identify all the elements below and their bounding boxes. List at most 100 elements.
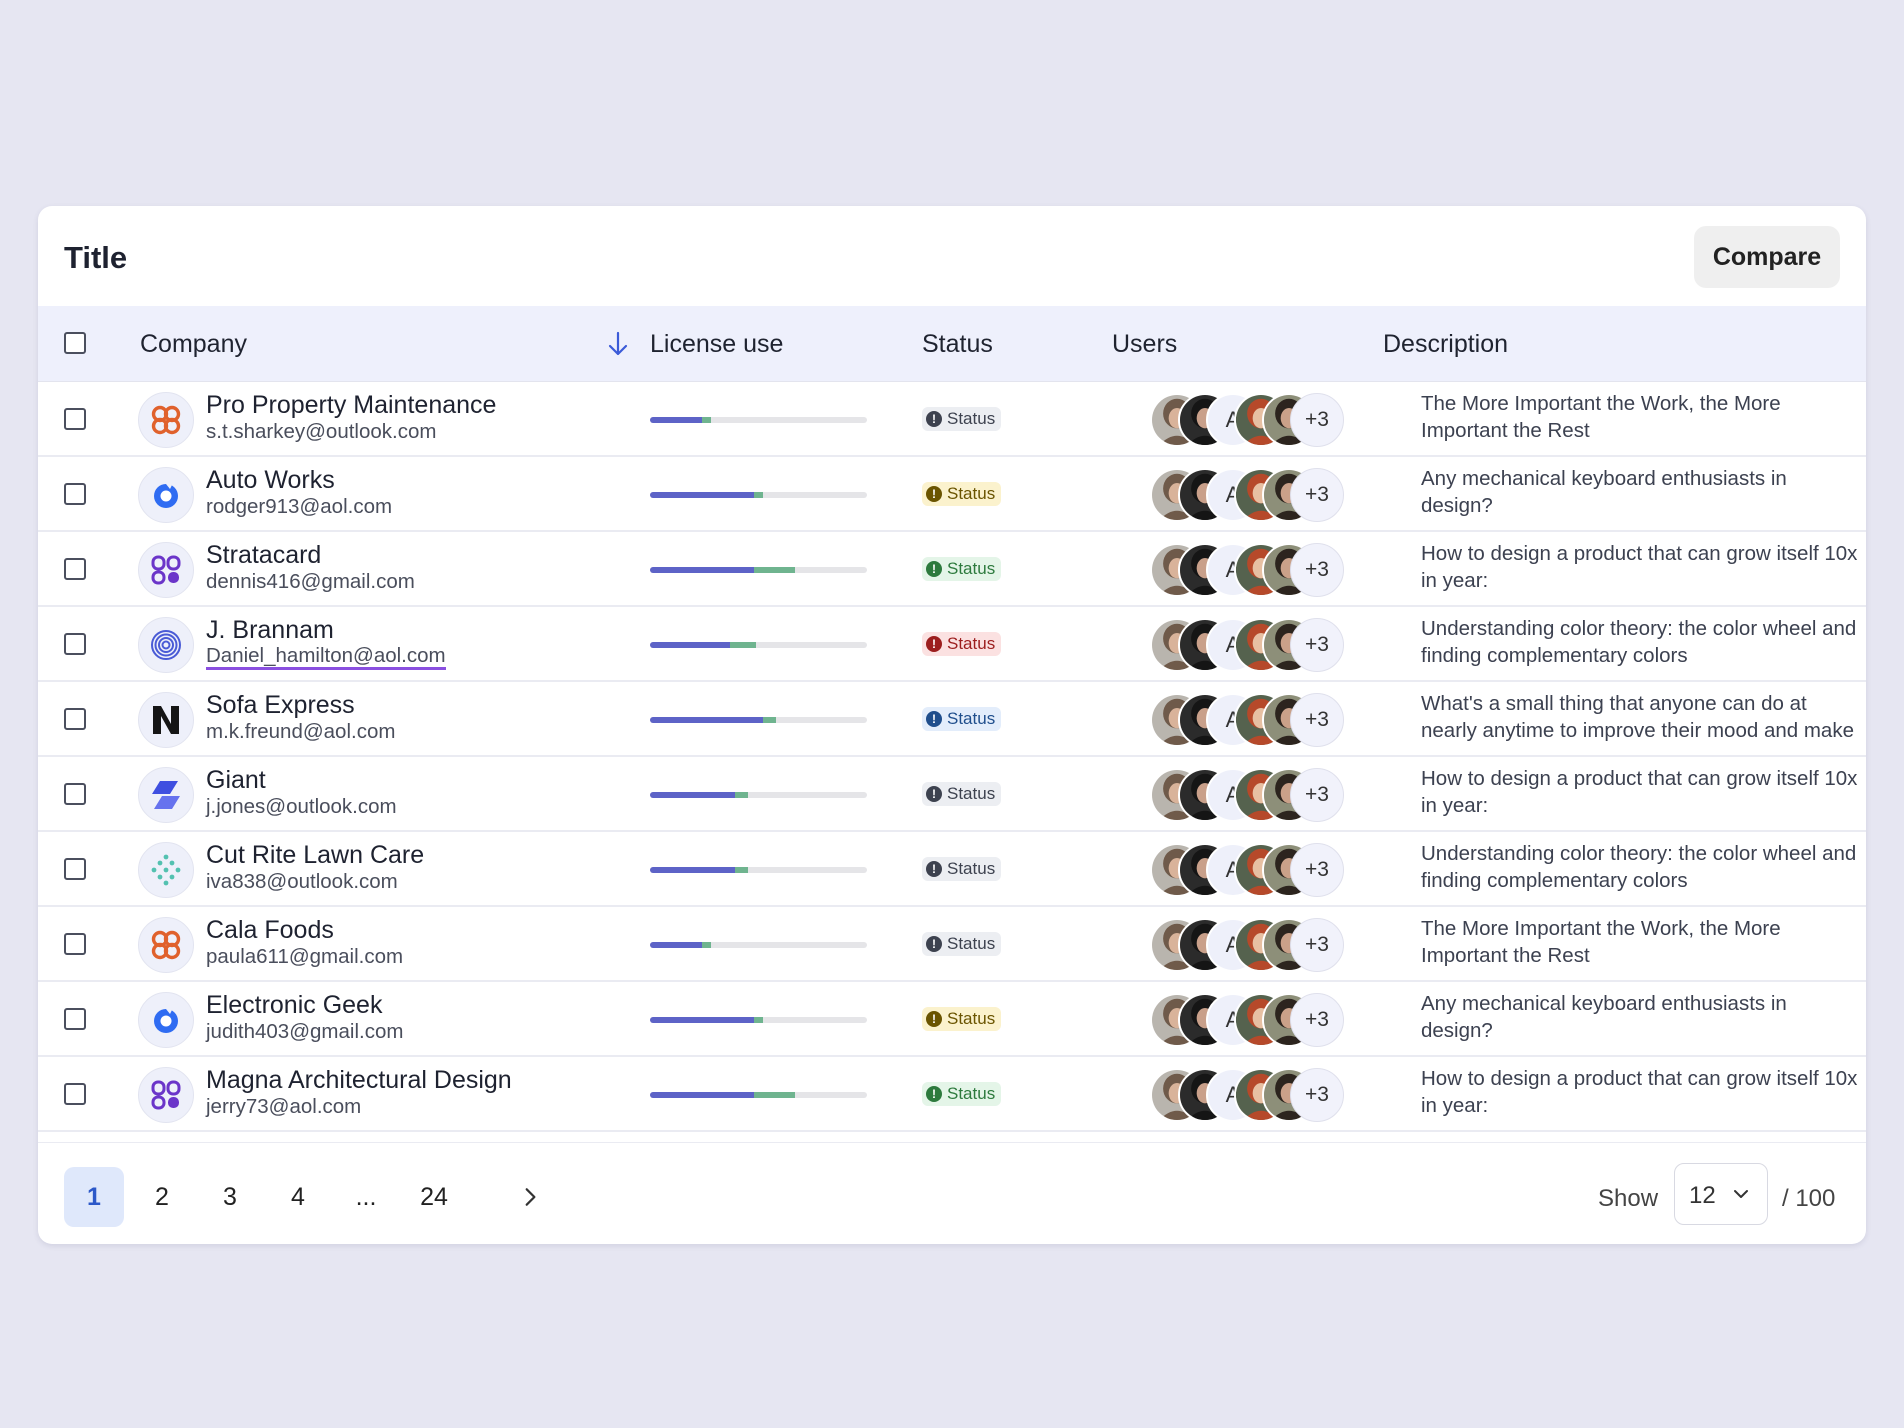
alert-circle-icon: ! bbox=[926, 636, 942, 652]
company-name[interactable]: Pro Property Maintenance bbox=[206, 391, 496, 420]
table-row[interactable]: Electronic Geek judith403@gmail.com ! Statu… bbox=[38, 982, 1866, 1057]
description: Understanding color theory: the color wh… bbox=[1421, 617, 1857, 667]
company-logo bbox=[138, 917, 194, 973]
alert-circle-icon: ! bbox=[926, 486, 942, 502]
company-email[interactable]: paula611@gmail.com bbox=[206, 945, 403, 969]
company-name[interactable]: Stratacard bbox=[206, 541, 321, 570]
row-checkbox[interactable] bbox=[64, 558, 86, 580]
table-row[interactable]: Pro Property Maintenance s.t.sharkey@outl… bbox=[38, 382, 1866, 457]
column-header-description[interactable]: Description bbox=[1383, 330, 1508, 359]
compare-button[interactable]: Compare bbox=[1694, 226, 1840, 288]
table-row[interactable]: Magna Architectural Design jerry73@aol.co… bbox=[38, 1057, 1866, 1132]
user-avatars: A +3 bbox=[1150, 693, 1346, 747]
more-users-badge[interactable]: +3 bbox=[1290, 993, 1344, 1047]
description: How to design a product that can grow it… bbox=[1421, 767, 1858, 817]
column-header-license[interactable]: License use bbox=[650, 330, 783, 359]
table-row[interactable]: Auto Works rodger913@aol.com! Status A +3 Any… bbox=[38, 457, 1866, 532]
alert-circle-icon: ! bbox=[926, 711, 942, 727]
page-button[interactable]: 4 bbox=[268, 1167, 328, 1227]
license-extra-segment bbox=[754, 1017, 763, 1023]
row-checkbox[interactable] bbox=[64, 783, 86, 805]
more-users-badge[interactable]: +3 bbox=[1290, 918, 1344, 972]
pagination: 1 2 3 4... 24 Show 12 / 100 bbox=[38, 1142, 1866, 1244]
description: Any mechanical keyboard enthusiasts in d… bbox=[1421, 992, 1787, 1042]
company-name[interactable]: Auto Works bbox=[206, 466, 335, 495]
page-button[interactable]: 3 bbox=[200, 1167, 260, 1227]
slash-logo-icon bbox=[148, 777, 184, 813]
more-users-badge[interactable]: +3 bbox=[1290, 693, 1344, 747]
status-label: Status bbox=[947, 859, 996, 878]
table-row[interactable]: J. Brannam Daniel_hamilton@aol.com! Status… bbox=[38, 607, 1866, 682]
alert-circle-icon: ! bbox=[926, 411, 942, 427]
row-checkbox[interactable] bbox=[64, 858, 86, 880]
description: What's a small thing that anyone can do … bbox=[1421, 692, 1854, 742]
license-used-segment bbox=[650, 942, 702, 948]
company-name[interactable]: Magna Architectural Design bbox=[206, 1066, 512, 1095]
status-badge: ! Status bbox=[922, 857, 1002, 881]
select-all-checkbox[interactable] bbox=[64, 332, 86, 354]
company-email[interactable]: dennis416@gmail.com bbox=[206, 570, 415, 594]
table-row[interactable]: Stratacard dennis416@gmail.com! Status A +3 H… bbox=[38, 532, 1866, 607]
row-checkbox[interactable] bbox=[64, 408, 86, 430]
company-name[interactable]: Cala Foods bbox=[206, 916, 334, 945]
license-use-bar bbox=[650, 417, 867, 423]
column-header-company[interactable]: Company bbox=[140, 330, 247, 359]
company-name[interactable]: Giant bbox=[206, 766, 266, 795]
company-name[interactable]: Electronic Geek bbox=[206, 991, 382, 1020]
row-checkbox[interactable] bbox=[64, 1083, 86, 1105]
company-email[interactable]: rodger913@aol.com bbox=[206, 495, 392, 519]
more-users-badge[interactable]: +3 bbox=[1290, 468, 1344, 522]
page-ellipsis[interactable]: ... bbox=[336, 1167, 396, 1227]
page-button[interactable]: 2 bbox=[132, 1167, 192, 1227]
row-checkbox[interactable] bbox=[64, 933, 86, 955]
page-button[interactable]: 1 bbox=[64, 1167, 124, 1227]
license-extra-segment bbox=[735, 867, 748, 873]
company-email[interactable]: j.jones@outlook.com bbox=[206, 795, 397, 819]
description: The More Important the Work, the More Im… bbox=[1421, 917, 1781, 967]
sort-arrow-down-icon[interactable] bbox=[606, 330, 630, 358]
user-avatars: A +3 bbox=[1150, 393, 1346, 447]
company-name[interactable]: J. Brannam bbox=[206, 616, 334, 645]
status-label: Status bbox=[947, 409, 996, 428]
page-button[interactable]: 24 bbox=[404, 1167, 464, 1227]
flower-logo-icon bbox=[148, 927, 184, 963]
company-email[interactable]: iva838@outlook.com bbox=[206, 870, 398, 894]
page-size-select[interactable]: 12 bbox=[1674, 1163, 1768, 1225]
company-logo bbox=[138, 842, 194, 898]
company-name[interactable]: Sofa Express bbox=[206, 691, 355, 720]
table-row[interactable]: Sofa Express m.k.freund@aol.com! Status A +3… bbox=[38, 682, 1866, 757]
license-used-segment bbox=[650, 717, 763, 723]
more-users-badge[interactable]: +3 bbox=[1290, 1068, 1344, 1122]
company-logo bbox=[138, 992, 194, 1048]
company-logo bbox=[138, 392, 194, 448]
company-email[interactable]: Daniel_hamilton@aol.com bbox=[206, 645, 446, 670]
company-email[interactable]: m.k.freund@aol.com bbox=[206, 720, 395, 744]
company-email[interactable]: s.t.sharkey@outlook.com bbox=[206, 420, 436, 444]
status-badge: ! Status bbox=[922, 1007, 1002, 1031]
user-avatars: A +3 bbox=[1150, 1068, 1346, 1122]
more-users-badge[interactable]: +3 bbox=[1290, 393, 1344, 447]
company-logo bbox=[138, 767, 194, 823]
user-avatars: A +3 bbox=[1150, 543, 1346, 597]
ring-logo-icon bbox=[148, 477, 184, 513]
company-email[interactable]: jerry73@aol.com bbox=[206, 1095, 361, 1119]
row-checkbox[interactable] bbox=[64, 1008, 86, 1030]
table-row[interactable]: Cala Foods paula611@gmail.com! Status A +3 Th… bbox=[38, 907, 1866, 982]
more-users-badge[interactable]: +3 bbox=[1290, 618, 1344, 672]
next-page-button[interactable] bbox=[500, 1167, 560, 1227]
row-checkbox[interactable] bbox=[64, 708, 86, 730]
company-name[interactable]: Cut Rite Lawn Care bbox=[206, 841, 424, 870]
table-row[interactable]: Giant j.jones@outlook.com! Status A +3 How to… bbox=[38, 757, 1866, 832]
company-logo bbox=[138, 542, 194, 598]
company-email[interactable]: judith403@gmail.com bbox=[206, 1020, 403, 1044]
more-users-badge[interactable]: +3 bbox=[1290, 843, 1344, 897]
column-header-users[interactable]: Users bbox=[1112, 330, 1177, 359]
row-checkbox[interactable] bbox=[64, 633, 86, 655]
row-checkbox[interactable] bbox=[64, 483, 86, 505]
more-users-badge[interactable]: +3 bbox=[1290, 768, 1344, 822]
more-users-badge[interactable]: +3 bbox=[1290, 543, 1344, 597]
column-header-status[interactable]: Status bbox=[922, 330, 993, 359]
status-badge: ! Status bbox=[922, 557, 1002, 581]
table-row[interactable]: Cut Rite Lawn Care iva838@outlook.com ! Sta… bbox=[38, 832, 1866, 907]
status-label: Status bbox=[947, 934, 996, 953]
